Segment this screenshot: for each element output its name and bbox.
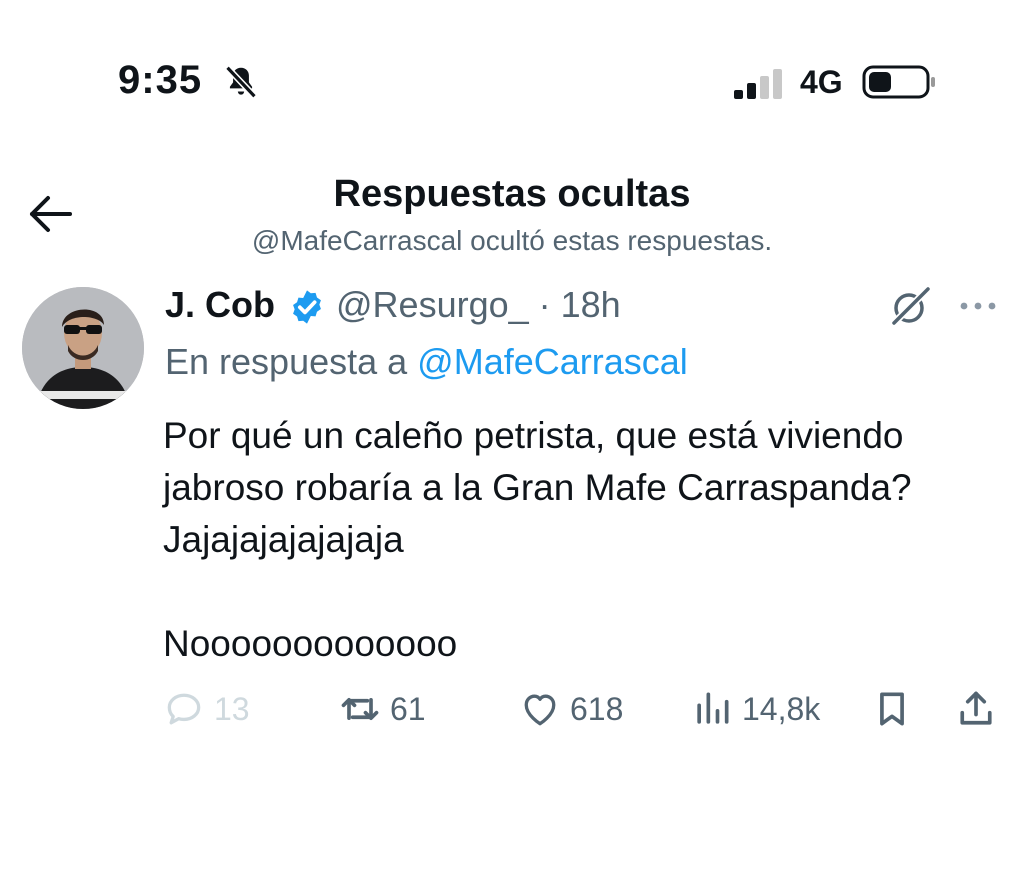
author-name[interactable]: J. Cob <box>165 284 275 326</box>
author-handle-time[interactable]: @Resurgo_ · 18h <box>336 284 621 326</box>
share-button[interactable] <box>954 686 998 732</box>
heart-icon <box>524 694 556 726</box>
network-type: 4G <box>800 64 843 100</box>
bookmark-button[interactable] <box>870 686 914 732</box>
reply-button[interactable]: 13 <box>162 686 250 732</box>
reply-prefix: En respuesta a <box>165 341 408 382</box>
retweet-count: 61 <box>390 690 426 727</box>
retweet-icon <box>341 698 379 720</box>
views-count: 14,8k <box>742 690 821 727</box>
page-subtitle: @MafeCarrascal ocultó estas respuestas. <box>251 225 773 256</box>
reply-icon <box>167 693 201 725</box>
verified-badge-icon <box>293 290 321 324</box>
tweet-text: Por qué un caleño petrista, que está viv… <box>163 415 912 664</box>
status-time: 9:35 <box>118 58 203 102</box>
signal-icon <box>734 69 782 99</box>
bell-slash-icon <box>225 65 257 99</box>
like-count: 618 <box>570 690 624 727</box>
grok-icon[interactable] <box>886 283 934 331</box>
reply-context: En respuesta a @MafeCarrascal <box>165 341 688 383</box>
battery-icon <box>862 65 935 99</box>
views-chart-icon <box>697 692 729 724</box>
more-options-icon[interactable] <box>956 292 1000 320</box>
views-button[interactable]: 14,8k <box>690 686 820 732</box>
reply-mention-link[interactable]: @MafeCarrascal <box>417 341 688 382</box>
page-title: Respuestas ocultas <box>333 173 691 215</box>
avatar[interactable] <box>22 287 144 409</box>
share-icon <box>960 691 992 725</box>
reply-count: 13 <box>214 690 250 727</box>
retweet-button[interactable]: 61 <box>338 686 426 732</box>
like-button[interactable]: 618 <box>518 686 623 732</box>
bookmark-icon <box>880 692 904 726</box>
avatar-photo <box>22 287 144 409</box>
